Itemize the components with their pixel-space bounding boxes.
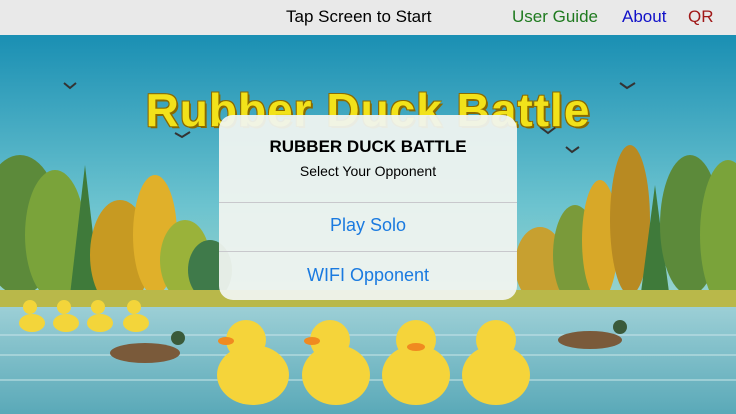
play-solo-button[interactable]: Play Solo [219, 215, 517, 236]
divider [219, 202, 517, 203]
dialog-title: RUBBER DUCK BATTLE [269, 137, 467, 156]
wifi-opponent-button[interactable]: WIFI Opponent [219, 265, 517, 286]
dialog-subtitle: Select Your Opponent [299, 163, 437, 179]
qr-link[interactable]: QR [688, 7, 714, 27]
divider [219, 251, 517, 252]
opponent-dialog: RUBBER DUCK BATTLE Select Your Opponent … [219, 115, 517, 300]
about-link[interactable]: About [622, 7, 666, 27]
user-guide-link[interactable]: User Guide [512, 7, 598, 27]
top-bar: Tap Screen to Start User Guide About QR [0, 0, 736, 35]
tap-to-start-text: Tap Screen to Start [286, 7, 432, 26]
